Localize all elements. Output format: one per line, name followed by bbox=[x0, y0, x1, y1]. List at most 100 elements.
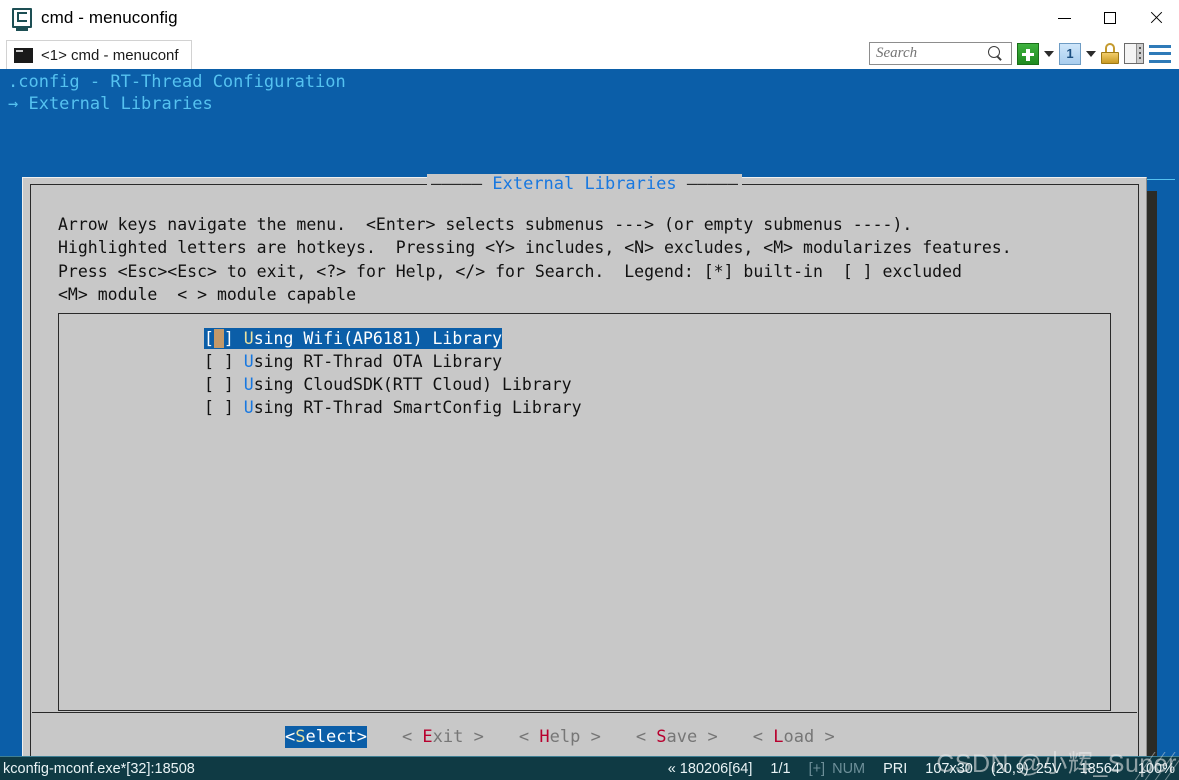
new-tab-button[interactable] bbox=[1017, 43, 1039, 65]
title-bar: cmd - menuconfig bbox=[0, 0, 1179, 36]
maximize-icon bbox=[1104, 12, 1116, 24]
checkbox-bracket-open: [ bbox=[204, 329, 214, 348]
status-zoom: 100% bbox=[1138, 761, 1175, 777]
dialog-title: ————— External Libraries ————— bbox=[31, 175, 1138, 194]
checkbox-bracket-close: ] bbox=[224, 375, 244, 394]
split-pane-icon[interactable] bbox=[1124, 43, 1144, 64]
kconfig-header-line2: → External Libraries bbox=[8, 94, 213, 114]
console-area: .config - RT-Thread Configuration → Exte… bbox=[0, 69, 1179, 756]
dialog-button-help[interactable]: < Help > bbox=[519, 727, 601, 747]
status-build: « 180206[64] bbox=[668, 761, 753, 777]
status-bar: kconfig-mconf.exe*[32]:18508 « 180206[64… bbox=[0, 756, 1179, 780]
status-plus: [+] bbox=[809, 761, 826, 777]
search-input[interactable] bbox=[876, 45, 988, 62]
help-line-2: Highlighted letters are hotkeys. Pressin… bbox=[58, 238, 1012, 257]
pane-dropdown-icon[interactable] bbox=[1086, 51, 1096, 57]
menu-item-hotkey: U bbox=[244, 375, 254, 394]
help-line-1: Arrow keys navigate the menu. <Enter> se… bbox=[58, 215, 912, 234]
menu-item-0[interactable]: [ ] Using Wifi(AP6181) Library bbox=[59, 327, 1110, 350]
button-prefix: < bbox=[402, 727, 422, 747]
hamburger-menu-icon[interactable] bbox=[1149, 45, 1171, 63]
dialog-button-exit[interactable]: < Exit > bbox=[402, 727, 484, 747]
close-button[interactable] bbox=[1133, 0, 1179, 36]
tab-strip: <1> cmd - menuconf 1 bbox=[0, 36, 1179, 69]
button-hotkey: H bbox=[539, 727, 549, 747]
menu-item-content: [ ] Using RT-Thrad SmartConfig Library bbox=[204, 398, 582, 417]
checkbox-state bbox=[214, 398, 224, 417]
help-line-4: <M> module < > module capable bbox=[58, 285, 356, 304]
menu-item-label: sing RT-Thrad SmartConfig Library bbox=[254, 398, 582, 417]
button-suffix: > bbox=[814, 727, 834, 747]
status-mem: 18564 bbox=[1080, 761, 1120, 777]
button-prefix: < bbox=[285, 727, 295, 747]
button-hotkey: E bbox=[422, 727, 432, 747]
button-label: oad bbox=[783, 727, 814, 747]
menu-list[interactable]: [ ] Using Wifi(AP6181) Library[ ] Using … bbox=[58, 313, 1111, 711]
status-cursor-pos: (20,9) bbox=[991, 761, 1029, 777]
menu-item-label: sing RT-Thrad OTA Library bbox=[254, 352, 502, 371]
button-hotkey: L bbox=[773, 727, 783, 747]
checkbox-bracket-open: [ bbox=[204, 398, 214, 417]
lock-icon[interactable] bbox=[1101, 43, 1119, 64]
dialog-button-bar: <Select>< Exit >< Help >< Save >< Load > bbox=[32, 712, 1137, 756]
help-line-3: Press <Esc><Esc> to exit, <?> for Help, … bbox=[58, 262, 962, 281]
menu-item-label: sing CloudSDK(RTT Cloud) Library bbox=[254, 375, 572, 394]
maximize-button[interactable] bbox=[1087, 0, 1133, 36]
button-label: elect bbox=[306, 727, 357, 747]
status-size: 107x30 bbox=[925, 761, 973, 777]
checkbox-bracket-close: ] bbox=[224, 352, 244, 371]
dialog-button-save[interactable]: < Save > bbox=[636, 727, 718, 747]
window-title: cmd - menuconfig bbox=[41, 8, 178, 28]
button-suffix: > bbox=[697, 727, 717, 747]
kconfig-header-line1: .config - RT-Thread Configuration bbox=[8, 72, 346, 92]
terminal-window: cmd - menuconfig <1> cmd - menuconf 1 bbox=[0, 0, 1179, 780]
button-hotkey: S bbox=[295, 727, 305, 747]
menu-item-2[interactable]: [ ] Using CloudSDK(RTT Cloud) Library bbox=[59, 373, 1110, 396]
console-window-icon bbox=[12, 8, 32, 28]
menu-item-content: [ ] Using RT-Thrad OTA Library bbox=[204, 352, 502, 371]
status-pri: PRI bbox=[883, 761, 907, 777]
dialog-title-text: External Libraries bbox=[492, 174, 676, 194]
search-box[interactable] bbox=[869, 42, 1012, 65]
checkbox-state bbox=[214, 375, 224, 394]
toolbar: 1 bbox=[869, 40, 1171, 67]
kconfig-header: .config - RT-Thread Configuration → Exte… bbox=[8, 71, 346, 115]
tab-cmd-menuconf[interactable]: <1> cmd - menuconf bbox=[6, 40, 192, 69]
button-prefix: < bbox=[636, 727, 656, 747]
checkbox-bracket-open: [ bbox=[204, 352, 214, 371]
button-prefix: < bbox=[753, 727, 773, 747]
minimize-icon bbox=[1058, 18, 1071, 19]
menu-item-hotkey: U bbox=[244, 352, 254, 371]
cursor-block bbox=[214, 329, 224, 348]
menu-item-label: sing Wifi(AP6181) Library bbox=[254, 329, 502, 348]
button-label: elp bbox=[550, 727, 581, 747]
minimize-button[interactable] bbox=[1041, 0, 1087, 36]
menu-item-hotkey: U bbox=[244, 329, 254, 348]
new-tab-dropdown-icon[interactable] bbox=[1044, 51, 1054, 57]
status-process: kconfig-mconf.exe*[32]:18508 bbox=[3, 761, 195, 777]
menuconfig-help-text: Arrow keys navigate the menu. <Enter> se… bbox=[58, 213, 1012, 306]
button-label: xit bbox=[433, 727, 464, 747]
tab-label: <1> cmd - menuconf bbox=[41, 47, 179, 64]
button-hotkey: S bbox=[656, 727, 666, 747]
status-volt: 25V bbox=[1036, 761, 1062, 777]
menuconfig-dialog-frame: ————— External Libraries ————— Arrow key… bbox=[30, 184, 1139, 756]
button-prefix: < bbox=[519, 727, 539, 747]
pane-index-button[interactable]: 1 bbox=[1059, 43, 1081, 65]
menu-item-hotkey: U bbox=[244, 398, 254, 417]
button-suffix: > bbox=[357, 727, 367, 747]
status-pages: 1/1 bbox=[770, 761, 790, 777]
dialog-button-load[interactable]: < Load > bbox=[753, 727, 835, 747]
menu-item-1[interactable]: [ ] Using RT-Thrad OTA Library bbox=[59, 350, 1110, 373]
status-num: NUM bbox=[832, 761, 865, 777]
window-controls bbox=[1041, 0, 1179, 36]
checkbox-bracket-close: ] bbox=[224, 398, 244, 417]
menu-item-content: [ ] Using Wifi(AP6181) Library bbox=[204, 328, 502, 349]
menu-item-3[interactable]: [ ] Using RT-Thrad SmartConfig Library bbox=[59, 396, 1110, 419]
search-icon bbox=[988, 46, 1003, 61]
checkbox-bracket-close: ] bbox=[224, 329, 244, 348]
button-suffix: > bbox=[463, 727, 483, 747]
button-suffix: > bbox=[580, 727, 600, 747]
dialog-button-select[interactable]: <Select> bbox=[285, 726, 367, 748]
status-fields: « 180206[64] 1/1 [+] NUM PRI 107x30 (20,… bbox=[668, 761, 1175, 777]
